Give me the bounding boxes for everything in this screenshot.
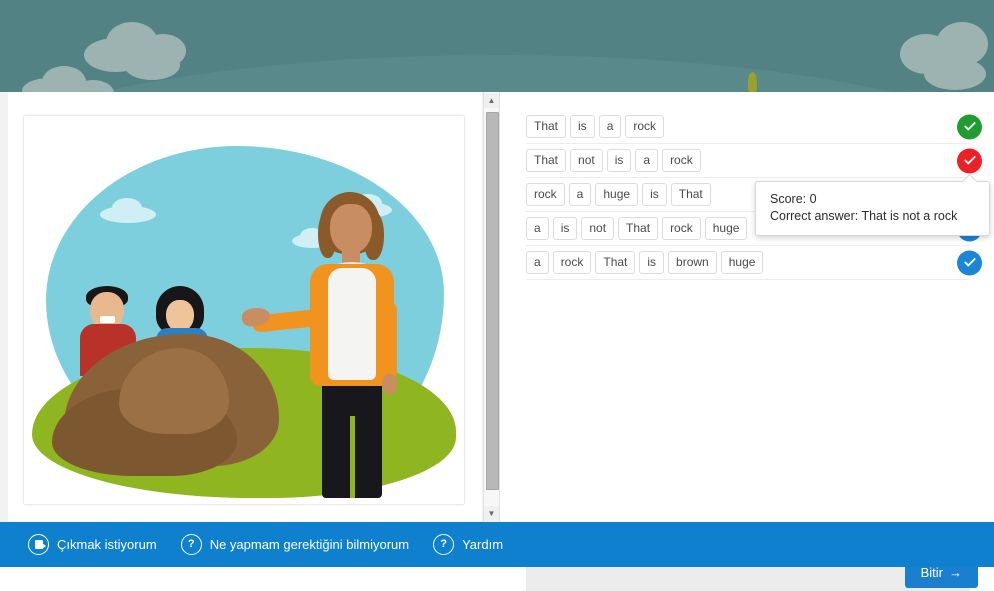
word-tile[interactable]: That xyxy=(670,183,711,206)
word-tile[interactable]: is xyxy=(606,149,632,172)
header-cloud-left xyxy=(84,22,186,80)
word-tile[interactable]: brown xyxy=(668,251,717,274)
word-tile[interactable]: That xyxy=(618,217,659,240)
status-badge-correct-icon[interactable] xyxy=(957,114,982,139)
exit-icon xyxy=(28,534,49,555)
bottom-item-help-label: Yardım xyxy=(462,537,504,552)
woman-leg-gap xyxy=(350,416,355,498)
header-cloud-bottom-left xyxy=(22,66,114,92)
question-mark-icon: ? xyxy=(180,534,202,555)
answers-panel: That is a rock That not is a rock rock a… xyxy=(500,92,994,522)
word-tile[interactable]: not xyxy=(570,149,603,172)
scrollbar-thumb[interactable] xyxy=(486,112,499,490)
word-tile[interactable]: rock xyxy=(526,183,565,206)
scroll-down-arrow-icon[interactable]: ▼ xyxy=(484,506,499,521)
answer-tiles: That is a rock xyxy=(526,115,665,138)
answer-tiles: a is not That rock huge xyxy=(526,217,748,240)
word-tile[interactable]: a xyxy=(526,251,549,274)
main-stage: ▲ ▼ That is a rock That not is a rock ro… xyxy=(0,92,994,591)
woman-top xyxy=(328,268,376,380)
word-tile[interactable]: a xyxy=(568,183,592,206)
word-tile[interactable]: is xyxy=(642,183,667,206)
bottom-bar: Çıkmak istiyorum ? Ne yapmam gerektiğini… xyxy=(0,522,994,567)
table-row[interactable]: a rock That is brown huge xyxy=(526,246,982,280)
bottom-item-help[interactable]: ? Yardım xyxy=(433,534,503,555)
word-tile[interactable]: rock xyxy=(662,149,701,172)
word-tile[interactable]: is xyxy=(552,217,578,240)
image-panel-scrollbar[interactable]: ▲ ▼ xyxy=(483,92,500,522)
score-tooltip: Score: 0 Correct answer: That is not a r… xyxy=(755,173,990,236)
word-tile[interactable]: huge xyxy=(595,183,639,206)
header-banner xyxy=(0,0,994,92)
image-panel xyxy=(8,92,482,522)
status-badge-submitted-icon[interactable] xyxy=(957,250,982,275)
tooltip-score-line: Score: 0 xyxy=(770,192,817,206)
table-row[interactable]: That not is a rock xyxy=(526,144,982,178)
status-badge-incorrect-icon[interactable] xyxy=(957,148,982,173)
word-tile[interactable]: is xyxy=(639,251,665,274)
scene-illustration xyxy=(24,116,464,504)
man-mouth xyxy=(100,316,115,323)
answer-tiles: That not is a rock xyxy=(526,149,701,172)
answer-tiles: a rock That is brown huge xyxy=(526,251,764,274)
word-tile[interactable]: a xyxy=(526,217,549,240)
word-tile[interactable]: not xyxy=(581,217,615,240)
word-tile[interactable]: huge xyxy=(704,217,748,240)
bottom-item-exit[interactable]: Çıkmak istiyorum xyxy=(28,534,157,555)
word-tile[interactable]: That xyxy=(526,149,567,172)
word-tile[interactable]: rock xyxy=(625,115,665,138)
scroll-up-arrow-icon[interactable]: ▲ xyxy=(484,93,499,108)
word-tile[interactable]: That xyxy=(595,251,636,274)
word-tile[interactable]: a xyxy=(598,115,622,138)
bottom-item-dont-know-label: Ne yapmam gerektiğini bilmiyorum xyxy=(209,537,410,552)
word-tile[interactable]: rock xyxy=(552,251,592,274)
word-tile[interactable]: a xyxy=(635,149,659,172)
header-cloud-right xyxy=(900,22,988,90)
illustration-cloud-1b xyxy=(112,198,142,218)
answer-tiles: rock a huge is That xyxy=(526,183,711,206)
tooltip-correct-answer-line: Correct answer: That is not a rock xyxy=(770,209,958,223)
woman-right-arm xyxy=(382,302,397,380)
woman-right-hand xyxy=(382,374,397,394)
tree-sprout-icon xyxy=(748,72,757,92)
question-mark-icon: ? xyxy=(433,534,455,555)
word-tile[interactable]: rock xyxy=(662,217,701,240)
word-tile[interactable]: That xyxy=(526,115,567,138)
table-row[interactable]: That is a rock xyxy=(526,110,982,144)
bottom-item-dont-know-what-to-do[interactable]: ? Ne yapmam gerektiğini bilmiyorum xyxy=(180,534,410,555)
bottom-item-exit-label: Çıkmak istiyorum xyxy=(57,537,157,552)
illustration-card xyxy=(24,116,464,504)
word-tile[interactable]: huge xyxy=(720,251,764,274)
word-tile[interactable]: is xyxy=(570,115,595,138)
woman-face xyxy=(330,204,372,254)
